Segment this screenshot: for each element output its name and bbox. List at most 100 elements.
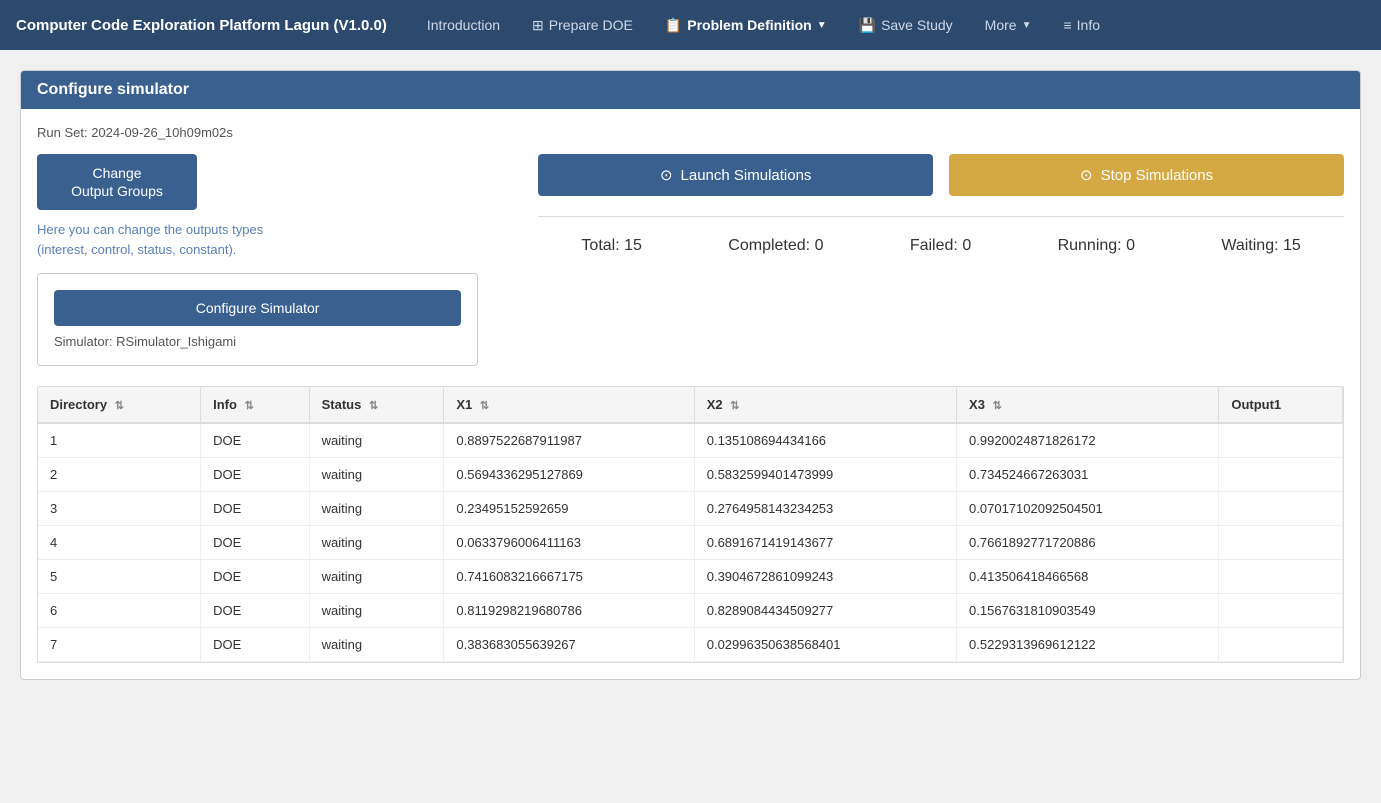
sort-info-icon[interactable]: ⇅ (245, 400, 254, 412)
cell-status: waiting (309, 492, 444, 526)
cell-status: waiting (309, 458, 444, 492)
cell-x1: 0.8897522687911987 (444, 423, 694, 458)
running-stat: Running: 0 (1058, 237, 1135, 255)
cell-status: waiting (309, 628, 444, 662)
navbar: Computer Code Exploration Platform Lagun… (0, 0, 1381, 50)
cell-info: DOE (201, 560, 310, 594)
col-directory: Directory ⇅ (38, 387, 201, 423)
cell-x3: 0.734524667263031 (957, 458, 1219, 492)
cell-directory[interactable]: 1 (38, 423, 201, 458)
change-output-line1: Change (92, 165, 141, 181)
nav-info[interactable]: ≡ Info (1051, 11, 1112, 39)
table-row: 1DOEwaiting0.88975226879119870.135108694… (38, 423, 1343, 458)
col-directory-label: Directory (50, 397, 107, 412)
table-row: 3DOEwaiting0.234951525926590.27649581432… (38, 492, 1343, 526)
col-output1-label: Output1 (1231, 397, 1281, 412)
table-header: Directory ⇅ Info ⇅ Status ⇅ (38, 387, 1343, 423)
problem-def-icon: 📋 (665, 17, 682, 34)
cell-x3: 0.5229313969612122 (957, 628, 1219, 662)
nav-more[interactable]: More ▼ (973, 11, 1044, 39)
cell-x2: 0.8289084434509277 (694, 594, 956, 628)
col-x1: X1 ⇅ (444, 387, 694, 423)
col-status: Status ⇅ (309, 387, 444, 423)
cell-status: waiting (309, 594, 444, 628)
sort-x3-icon[interactable]: ⇅ (993, 400, 1002, 412)
action-buttons-row: ⊙ Launch Simulations ⊙ Stop Simulations (538, 154, 1344, 196)
cell-x2: 0.3904672861099243 (694, 560, 956, 594)
cell-x2: 0.135108694434166 (694, 423, 956, 458)
nav-prepare-doe[interactable]: ⊞ Prepare DOE (520, 11, 645, 40)
change-output-groups-button[interactable]: Change Output Groups (37, 154, 197, 210)
more-dropdown-icon: ▼ (1022, 20, 1032, 31)
running-label: Running: (1058, 237, 1122, 254)
cell-directory[interactable]: 2 (38, 458, 201, 492)
launch-simulations-button[interactable]: ⊙ Launch Simulations (538, 154, 933, 196)
cell-x1: 0.0633796006411163 (444, 526, 694, 560)
table-row: 2DOEwaiting0.56943362951278690.583259940… (38, 458, 1343, 492)
cell-directory[interactable]: 3 (38, 492, 201, 526)
waiting-stat: Waiting: 15 (1221, 237, 1300, 255)
table-wrapper[interactable]: Directory ⇅ Info ⇅ Status ⇅ (37, 386, 1344, 663)
sort-status-icon[interactable]: ⇅ (369, 400, 378, 412)
content-layout: Change Output Groups Here you can change… (37, 154, 1344, 366)
failed-stat: Failed: 0 (910, 237, 971, 255)
launch-label: Launch Simulations (681, 167, 812, 184)
cell-info: DOE (201, 628, 310, 662)
cell-x1: 0.23495152592659 (444, 492, 694, 526)
table-row: 7DOEwaiting0.3836830556392670.0299635063… (38, 628, 1343, 662)
info-label: Info (1077, 17, 1100, 33)
cell-x1: 0.5694336295127869 (444, 458, 694, 492)
cell-directory[interactable]: 4 (38, 526, 201, 560)
nav-introduction[interactable]: Introduction (415, 11, 512, 39)
app-title: Computer Code Exploration Platform Lagun… (16, 17, 387, 34)
stop-label: Stop Simulations (1101, 167, 1214, 184)
col-x1-label: X1 (456, 397, 472, 412)
configure-simulator-panel: Configure simulator Run Set: 2024-09-26_… (20, 70, 1361, 680)
info-icon: ≡ (1063, 17, 1071, 33)
cell-info: DOE (201, 458, 310, 492)
completed-label: Completed: (728, 237, 810, 254)
cell-directory[interactable]: 5 (38, 560, 201, 594)
problem-def-label: Problem Definition (687, 17, 811, 33)
failed-value: 0 (962, 237, 971, 254)
sort-x1-icon[interactable]: ⇅ (480, 400, 489, 412)
cell-x3: 0.7661892771720886 (957, 526, 1219, 560)
configure-simulator-button[interactable]: Configure Simulator (54, 290, 461, 326)
stats-row: Total: 15 Completed: 0 Failed: 0 Runni (538, 229, 1344, 263)
sort-x2-icon[interactable]: ⇅ (730, 400, 739, 412)
completed-stat: Completed: 0 (728, 237, 823, 255)
total-label: Total: (581, 237, 619, 254)
col-output1: Output1 (1219, 387, 1343, 423)
col-status-label: Status (322, 397, 362, 412)
cell-info: DOE (201, 526, 310, 560)
cell-output1 (1219, 594, 1343, 628)
cell-x2: 0.02996350638568401 (694, 628, 956, 662)
right-section: ⊙ Launch Simulations ⊙ Stop Simulations … (538, 154, 1344, 263)
cell-x2: 0.5832599401473999 (694, 458, 956, 492)
nav-save-study[interactable]: 💾 Save Study (847, 11, 965, 40)
sort-directory-icon[interactable]: ⇅ (115, 400, 124, 412)
save-study-label: Save Study (881, 17, 953, 33)
simulator-label: Simulator: RSimulator_Ishigami (54, 334, 461, 349)
save-study-icon: 💾 (859, 17, 876, 34)
main-content: Configure simulator Run Set: 2024-09-26_… (0, 50, 1381, 700)
cell-info: DOE (201, 492, 310, 526)
cell-output1 (1219, 560, 1343, 594)
cell-status: waiting (309, 526, 444, 560)
cell-directory[interactable]: 7 (38, 628, 201, 662)
completed-value: 0 (815, 237, 824, 254)
cell-output1 (1219, 458, 1343, 492)
col-info-label: Info (213, 397, 237, 412)
table-section: Directory ⇅ Info ⇅ Status ⇅ (37, 386, 1344, 663)
table-row: 6DOEwaiting0.81192982196807860.828908443… (38, 594, 1343, 628)
left-section: Change Output Groups Here you can change… (37, 154, 478, 366)
cell-info: DOE (201, 594, 310, 628)
col-x2: X2 ⇅ (694, 387, 956, 423)
cell-x3: 0.1567631810903549 (957, 594, 1219, 628)
cell-output1 (1219, 423, 1343, 458)
stop-simulations-button[interactable]: ⊙ Stop Simulations (949, 154, 1344, 196)
cell-directory[interactable]: 6 (38, 594, 201, 628)
nav-problem-definition[interactable]: 📋 Problem Definition ▼ (653, 11, 839, 40)
col-x3: X3 ⇅ (957, 387, 1219, 423)
failed-label: Failed: (910, 237, 958, 254)
